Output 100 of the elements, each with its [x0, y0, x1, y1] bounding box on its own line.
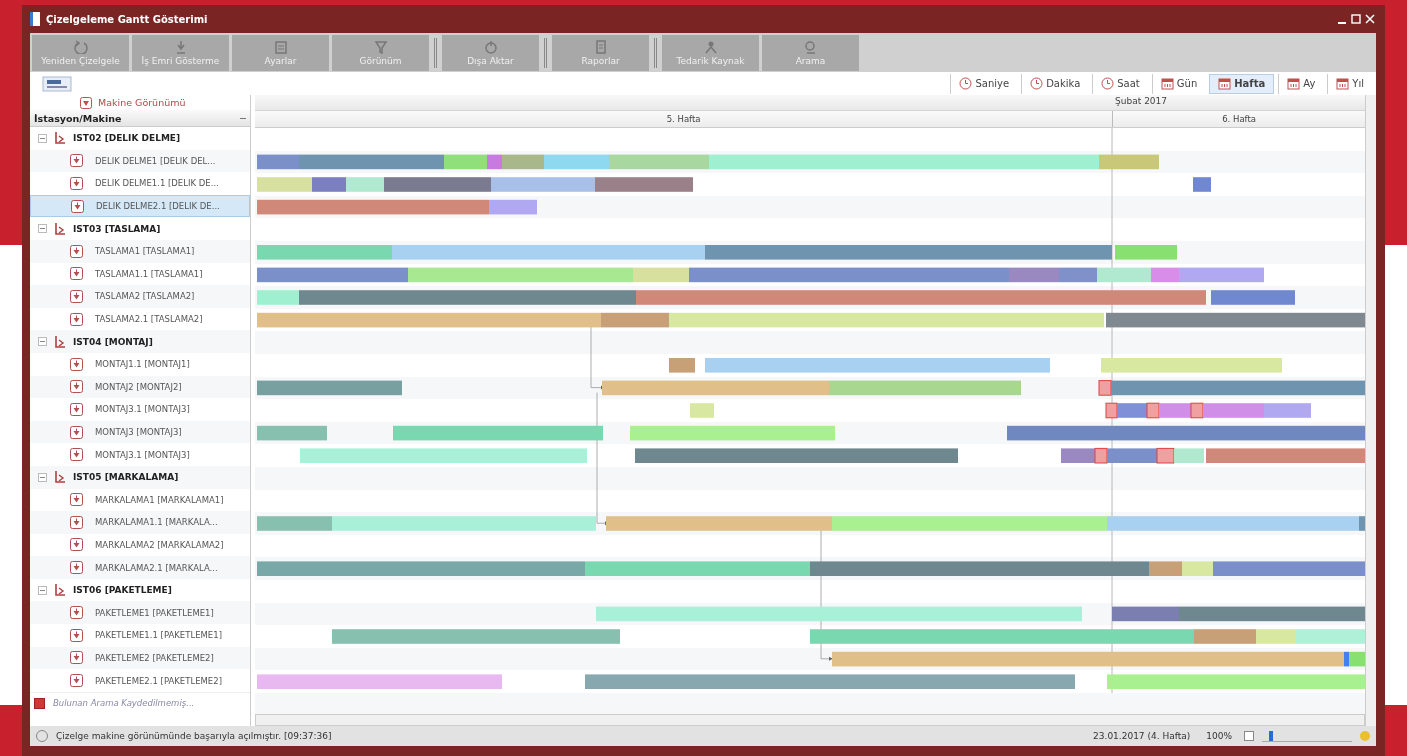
tree-item[interactable]: MONTAJ2 [MONTAJ2]: [30, 375, 251, 399]
task-bar[interactable]: [1151, 267, 1180, 283]
task-bar[interactable]: [257, 267, 409, 283]
conflict-marker[interactable]: [1146, 402, 1160, 419]
task-bar[interactable]: [705, 245, 1113, 260]
task-bar[interactable]: [299, 154, 445, 170]
conflict-marker[interactable]: [1098, 380, 1112, 396]
vertical-scrollbar[interactable]: [1365, 95, 1376, 726]
zoom-in-icon[interactable]: [1360, 731, 1370, 741]
machine-icon: [70, 606, 83, 620]
tree-item[interactable]: DELIK DELME1.1 [DELIK DE...: [30, 172, 251, 195]
conflict-marker[interactable]: [1190, 402, 1204, 419]
tree-item[interactable]: MARKALAMA2 [MARKALAMA2]: [30, 533, 251, 557]
tree-item[interactable]: MONTAJ3 [MONTAJ3]: [30, 420, 251, 444]
minimize-icon[interactable]: [1338, 22, 1346, 24]
tree-group-row[interactable]: IST04 [MONTAJ]: [30, 330, 251, 353]
task-bar[interactable]: [1193, 177, 1212, 192]
tree-group-row[interactable]: IST03 [TASLAMA]: [30, 217, 251, 240]
tree-group-row[interactable]: IST02 [DELIK DELME]: [30, 127, 251, 150]
tree-item[interactable]: MONTAJ1.1 [MONTAJ1]: [30, 352, 251, 376]
conflict-marker[interactable]: [1105, 402, 1118, 419]
machine-icon: [70, 493, 83, 507]
tree-item[interactable]: MARKALAMA1 [MARKALAMA1]: [30, 488, 251, 512]
task-bar[interactable]: [1344, 651, 1350, 667]
task-bar[interactable]: [1007, 425, 1366, 441]
view-mode-toggle[interactable]: Makine Görünümü: [30, 95, 251, 110]
tree-item[interactable]: TASLAMA1.1 [TASLAMA1]: [30, 262, 251, 286]
task-bar[interactable]: [1349, 651, 1366, 667]
task-bar[interactable]: [257, 154, 300, 170]
task-bar[interactable]: [1061, 448, 1096, 463]
close-icon[interactable]: [1365, 14, 1375, 24]
horizontal-scrollbar[interactable]: [255, 714, 1366, 726]
task-bar[interactable]: [257, 290, 300, 305]
task-bar[interactable]: [346, 177, 385, 192]
task-bar[interactable]: [1359, 516, 1366, 531]
task-bar[interactable]: [384, 177, 492, 192]
task-bar[interactable]: [585, 674, 1076, 689]
tree-item[interactable]: MONTAJ3.1 [MONTAJ3]: [30, 398, 251, 421]
task-bar[interactable]: [1182, 561, 1214, 576]
tree-group-row[interactable]: IST06 [PAKETLEME]: [30, 578, 251, 602]
task-bar[interactable]: [609, 154, 710, 170]
tree-item[interactable]: PAKETLEME2 [PAKETLEME2]: [30, 646, 251, 670]
scale-button[interactable]: Hafta: [1209, 73, 1275, 94]
task-bar[interactable]: [257, 199, 490, 215]
task-bar[interactable]: [1059, 267, 1098, 283]
task-bar[interactable]: [832, 651, 1345, 667]
task-bar[interactable]: [257, 425, 328, 441]
task-bar[interactable]: [487, 154, 503, 170]
task-bar[interactable]: [829, 380, 1022, 396]
collapse-icon[interactable]: [38, 472, 47, 482]
task-bar[interactable]: [1179, 606, 1366, 622]
task-bar[interactable]: [1159, 403, 1192, 418]
tree-item[interactable]: MARKALAMA2.1 [MARKALA...: [30, 556, 251, 579]
tree-group-row[interactable]: IST05 [MARKALAMA]: [30, 465, 251, 489]
slider-thumb[interactable]: [1269, 730, 1274, 741]
tree-item[interactable]: DELIK DELME1 [DELIK DEL...: [30, 149, 251, 173]
task-bar[interactable]: [1179, 267, 1265, 283]
conflict-marker[interactable]: [1094, 447, 1108, 464]
collapse-icon[interactable]: [38, 133, 47, 143]
task-bar[interactable]: [602, 380, 830, 396]
task-bar[interactable]: [257, 380, 403, 396]
task-bar[interactable]: [502, 154, 545, 170]
tree-item[interactable]: PAKETLEME2.1 [PAKETLEME2]: [30, 669, 251, 692]
task-bar[interactable]: [1206, 448, 1366, 463]
task-bar[interactable]: [489, 199, 538, 215]
task-bar[interactable]: [312, 177, 347, 192]
collapse-icon[interactable]: [38, 224, 47, 234]
zoom-out-button[interactable]: [1244, 731, 1254, 741]
task-bar[interactable]: [444, 154, 488, 170]
maximize-icon[interactable]: [1351, 14, 1361, 24]
zoom-slider[interactable]: [1262, 730, 1352, 742]
task-bar[interactable]: [1112, 606, 1180, 622]
collapse-icon[interactable]: [38, 337, 47, 347]
tree-item[interactable]: TASLAMA1 [TASLAMA1]: [30, 239, 251, 263]
task-bar[interactable]: [689, 267, 1010, 283]
tree-item[interactable]: MARKALAMA1.1 [MARKALA...: [30, 511, 251, 534]
conflict-marker[interactable]: [1156, 447, 1175, 464]
task-bar[interactable]: [393, 425, 604, 441]
tree-item[interactable]: TASLAMA2.1 [TASLAMA2]: [30, 307, 251, 331]
task-bar[interactable]: [810, 561, 1150, 576]
tree-item[interactable]: MONTAJ3.1 [MONTAJ3]: [30, 443, 251, 466]
task-bar[interactable]: [1117, 403, 1148, 418]
task-bar[interactable]: [669, 358, 696, 373]
task-bar[interactable]: [635, 448, 959, 463]
task-bar[interactable]: [1106, 312, 1366, 328]
task-bar[interactable]: [601, 312, 670, 328]
task-bar[interactable]: [1099, 154, 1160, 170]
task-bar[interactable]: [1149, 561, 1183, 576]
task-bar[interactable]: [1111, 380, 1366, 396]
task-bar[interactable]: [1107, 448, 1158, 463]
tree-item[interactable]: TASLAMA2 [TASLAMA2]: [30, 285, 251, 308]
task-bar[interactable]: [1213, 561, 1366, 576]
tree-item[interactable]: PAKETLEME1 [PAKETLEME1]: [30, 601, 251, 625]
task-bar[interactable]: [1009, 267, 1060, 283]
tree-item[interactable]: DELIK DELME2.1 [DELIK DE...: [30, 194, 251, 218]
task-bar[interactable]: [1264, 403, 1312, 418]
tree-item[interactable]: PAKETLEME1.1 [PAKETLEME1]: [30, 624, 251, 647]
task-bar[interactable]: [257, 561, 586, 576]
collapse-icon[interactable]: [38, 585, 47, 595]
task-bar[interactable]: [257, 312, 602, 328]
